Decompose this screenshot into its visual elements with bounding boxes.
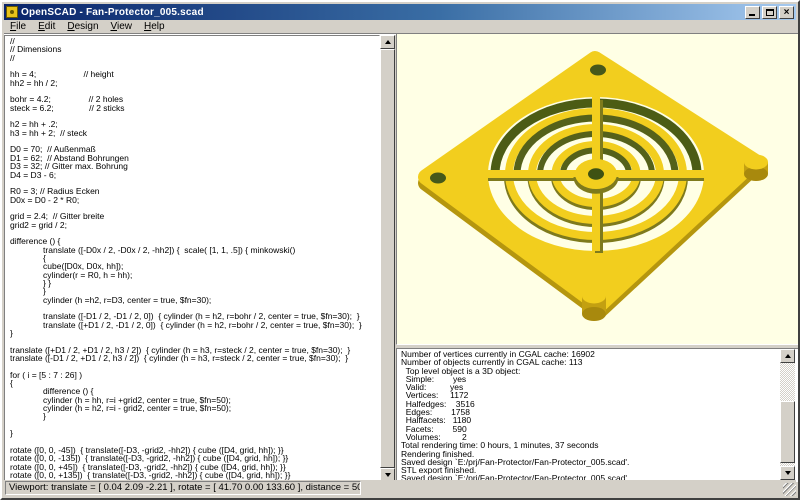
- resize-grip[interactable]: [783, 483, 796, 496]
- spoke-right: [616, 170, 704, 178]
- console-scroll-down-icon[interactable]: [780, 466, 795, 480]
- text-line: //: [10, 37, 379, 45]
- code-editor[interactable]: //// Dimensions// hh = 4; // heighthh2 =…: [4, 35, 380, 482]
- spoke-top: [592, 97, 600, 160]
- text-line: translate ([+D1 / 2, -D1 / 2, 0]) { cyli…: [10, 321, 379, 329]
- spoke-bottom: [592, 188, 600, 251]
- text-line: rotate ([0, 0, +135]) { translate([-D3, …: [10, 471, 379, 479]
- menu-bar: File Edit Design View Help: [4, 20, 796, 34]
- text-line: [10, 112, 379, 120]
- text-line: }: [10, 412, 379, 420]
- editor-scrollbar[interactable]: [380, 35, 395, 482]
- menu-view[interactable]: View: [105, 20, 139, 33]
- text-line: //: [10, 54, 379, 62]
- viewport-3d[interactable]: [396, 33, 800, 345]
- console-output[interactable]: Number of vertices currently in CGAL cac…: [396, 348, 800, 482]
- window-title: OpenSCAD - Fan-Protector_005.scad: [21, 7, 745, 18]
- text-line: D3 = 32; // Gitter max. Bohrung: [10, 162, 379, 170]
- text-line: } }: [10, 279, 379, 287]
- text-line: for ( i = [5 : 7 : 26] ): [10, 371, 379, 379]
- close-icon: ×: [784, 7, 790, 18]
- text-line: [10, 421, 379, 429]
- corner-hole-top: [590, 65, 606, 76]
- text-line: grid2 = grid / 2;: [10, 221, 379, 229]
- console-scroll-up-icon[interactable]: [780, 349, 795, 363]
- text-line: }: [10, 329, 379, 337]
- text-line: }: [10, 429, 379, 437]
- menu-design[interactable]: Design: [61, 20, 104, 33]
- text-line: cylinder (h = h2, r=i - grid2, center = …: [10, 404, 379, 412]
- menu-file[interactable]: File: [4, 20, 32, 33]
- text-line: h3 = hh + 2; // steck: [10, 129, 379, 137]
- openscad-window: OpenSCAD - Fan-Protector_005.scad × File…: [0, 0, 800, 500]
- minimize-button[interactable]: [745, 6, 760, 19]
- peg-bottom: [582, 289, 606, 322]
- viewport-status-text: Viewport: translate = [ 0.04 2.09 -2.21 …: [5, 481, 361, 495]
- close-button[interactable]: ×: [779, 6, 794, 19]
- editor-scrollbar-thumb[interactable]: [380, 49, 395, 468]
- text-line: steck = 6.2; // 2 sticks: [10, 104, 379, 112]
- text-line: hh2 = hh / 2;: [10, 79, 379, 87]
- text-line: [10, 229, 379, 237]
- spoke-left: [488, 170, 576, 178]
- app-icon: [6, 6, 18, 18]
- scroll-up-icon[interactable]: [380, 35, 395, 49]
- console-scrollbar[interactable]: [780, 349, 795, 480]
- hub-hole: [588, 168, 604, 179]
- text-line: cylinder (h =h2, r=D3, center = true, $f…: [10, 296, 379, 304]
- minimize-icon: [749, 14, 755, 16]
- text-line: // Dimensions: [10, 45, 379, 53]
- status-bar: Viewport: translate = [ 0.04 2.09 -2.21 …: [4, 480, 796, 496]
- fan-protector-render: [397, 34, 799, 344]
- maximize-button[interactable]: [762, 6, 777, 19]
- menu-edit[interactable]: Edit: [32, 20, 61, 33]
- peg-right: [744, 155, 768, 182]
- text-line: D0x = D0 - 2 * R0;: [10, 196, 379, 204]
- text-line: cylinder(r = R0, h = hh);: [10, 271, 379, 279]
- text-line: D4 = D3 - 6;: [10, 171, 379, 179]
- menu-help[interactable]: Help: [138, 20, 171, 33]
- maximize-icon: [766, 9, 774, 16]
- text-line: hh = 4; // height: [10, 70, 379, 78]
- text-line: translate ([-D0x / 2, -D0x / 2, -hh2]) {…: [10, 246, 379, 254]
- corner-hole-left: [430, 173, 446, 184]
- title-bar[interactable]: OpenSCAD - Fan-Protector_005.scad ×: [4, 4, 796, 20]
- console-scrollbar-thumb[interactable]: [780, 401, 795, 463]
- text-line: translate ([-D1 / 2, +D1 / 2, h3 / 2]) {…: [10, 354, 379, 362]
